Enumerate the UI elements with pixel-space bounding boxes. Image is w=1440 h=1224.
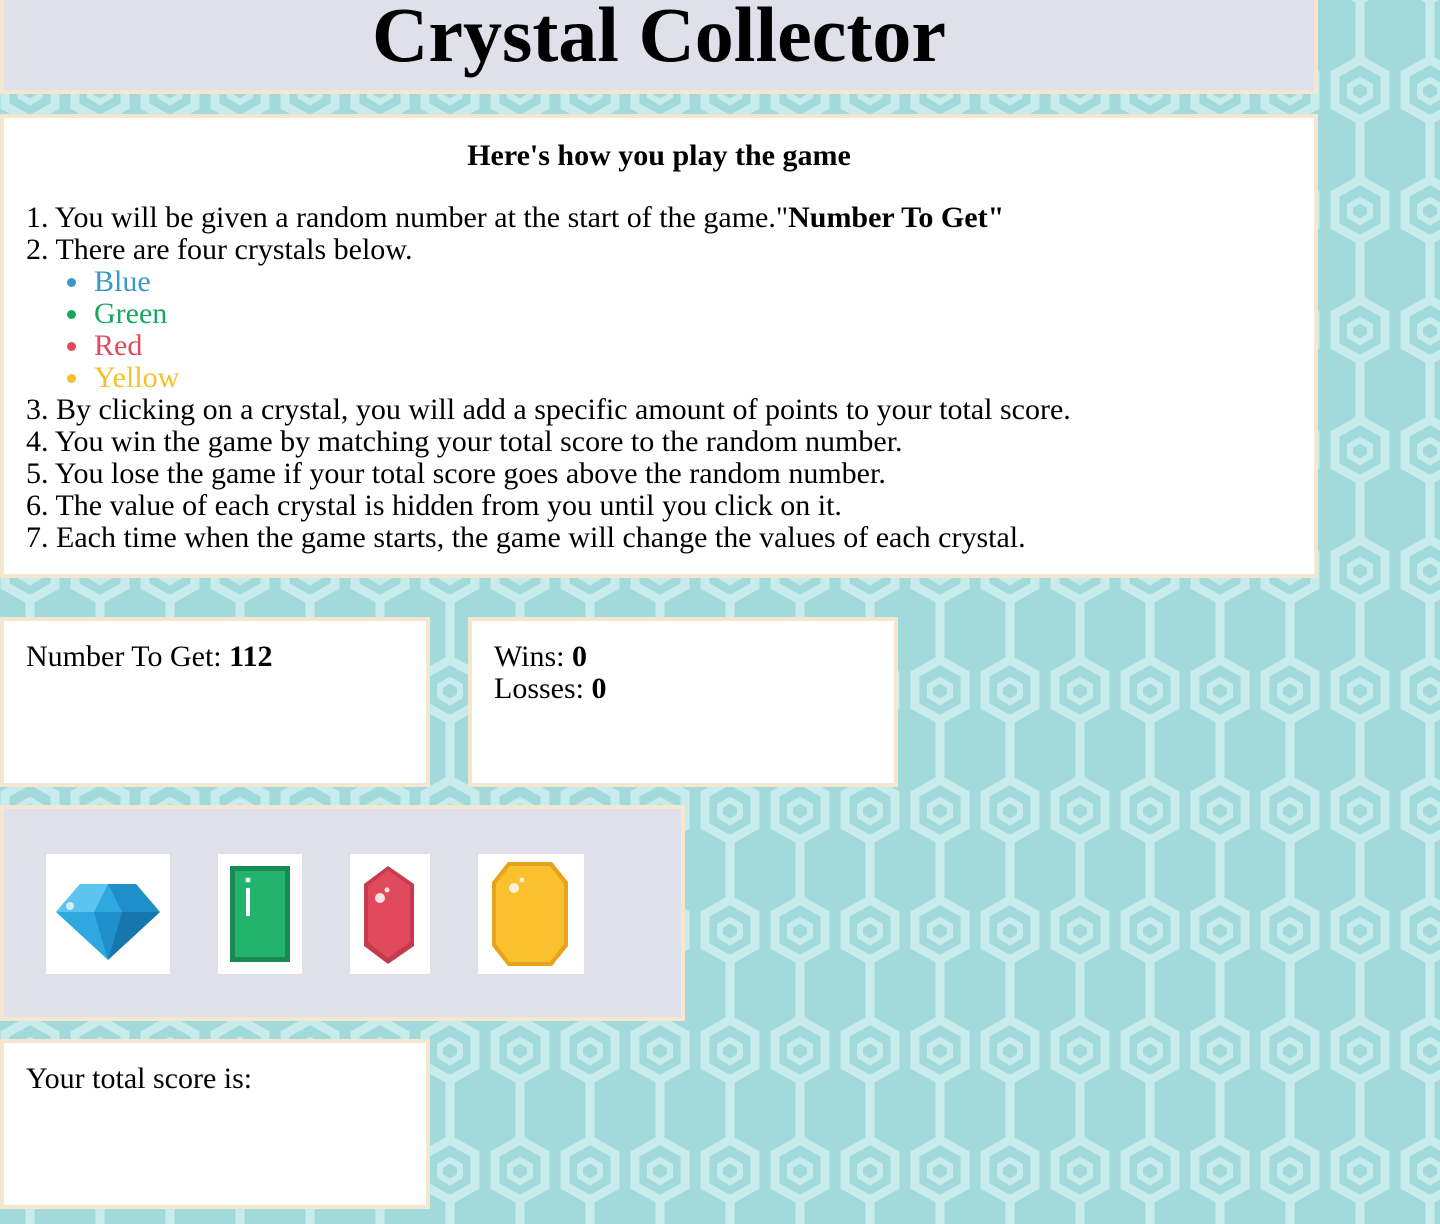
step-text: Each time when the game starts, the game… xyxy=(56,521,1026,554)
step-number: 6. xyxy=(26,489,49,522)
wins-row: Wins: 0 xyxy=(494,641,872,673)
color-item-blue: Blue xyxy=(64,266,1292,298)
page-title: Crystal Collector xyxy=(372,0,946,78)
number-to-get-label: Number To Get: xyxy=(26,640,230,673)
red-ruby-icon xyxy=(364,866,414,964)
step-number: 7. xyxy=(26,521,49,554)
losses-label: Losses: xyxy=(494,672,592,705)
step-text: The value of each crystal is hidden from… xyxy=(55,489,842,522)
step-quote: " xyxy=(987,201,1005,234)
green-emerald-icon xyxy=(230,866,290,962)
win-loss-panel: Wins: 0 Losses: 0 xyxy=(468,617,898,787)
instructions-list: 1. You will be given a random number at … xyxy=(26,202,1292,554)
total-score-panel: Your total score is: xyxy=(0,1039,430,1209)
wins-value: 0 xyxy=(571,640,587,673)
number-to-get-value: 112 xyxy=(229,640,273,673)
instruction-step: 1. You will be given a random number at … xyxy=(26,202,1292,234)
step-text: You will be given a random number at the… xyxy=(54,201,789,234)
red-crystal-button[interactable] xyxy=(350,854,430,974)
crystal-color-list: Blue Green Red Yellow xyxy=(26,266,1292,394)
title-banner: Crystal Collector xyxy=(0,0,1318,94)
total-score-label: Your total score is: xyxy=(26,1062,253,1095)
number-to-get-panel: Number To Get: 112 xyxy=(0,617,430,787)
instruction-step: 7. Each time when the game starts, the g… xyxy=(26,522,1292,554)
wins-label: Wins: xyxy=(494,640,572,673)
step-number: 3. xyxy=(26,393,49,426)
instruction-step: 2. There are four crystals below. Blue G… xyxy=(26,234,1292,394)
instruction-step: 3. By clicking on a crystal, you will ad… xyxy=(26,394,1292,426)
step-number: 1. xyxy=(26,201,49,234)
step-text: By clicking on a crystal, you will add a… xyxy=(56,393,1071,426)
instruction-step: 4. You win the game by matching your tot… xyxy=(26,426,1292,458)
yellow-topaz-icon xyxy=(492,862,568,966)
instruction-step: 5. You lose the game if your total score… xyxy=(26,458,1292,490)
yellow-crystal-button[interactable] xyxy=(478,854,584,974)
step-number: 5. xyxy=(26,457,49,490)
color-item-yellow: Yellow xyxy=(64,362,1292,394)
color-item-red: Red xyxy=(64,330,1292,362)
losses-row: Losses: 0 xyxy=(494,673,872,705)
step-bold-text: Number To Get xyxy=(788,201,988,234)
step-number: 2. xyxy=(26,233,49,266)
step-text: There are four crystals below. xyxy=(55,233,413,266)
step-text: You win the game by matching your total … xyxy=(54,425,903,458)
losses-value: 0 xyxy=(591,672,607,705)
blue-crystal-button[interactable] xyxy=(46,854,170,974)
step-text: You lose the game if your total score go… xyxy=(54,457,886,490)
crystals-panel xyxy=(0,805,685,1021)
step-number: 4. xyxy=(26,425,49,458)
instructions-heading: Here's how you play the game xyxy=(467,139,851,172)
green-crystal-button[interactable] xyxy=(218,854,302,974)
color-item-green: Green xyxy=(64,298,1292,330)
instructions-panel: Here's how you play the game 1. You will… xyxy=(0,114,1318,578)
instruction-step: 6. The value of each crystal is hidden f… xyxy=(26,490,1292,522)
blue-diamond-icon xyxy=(56,884,160,960)
